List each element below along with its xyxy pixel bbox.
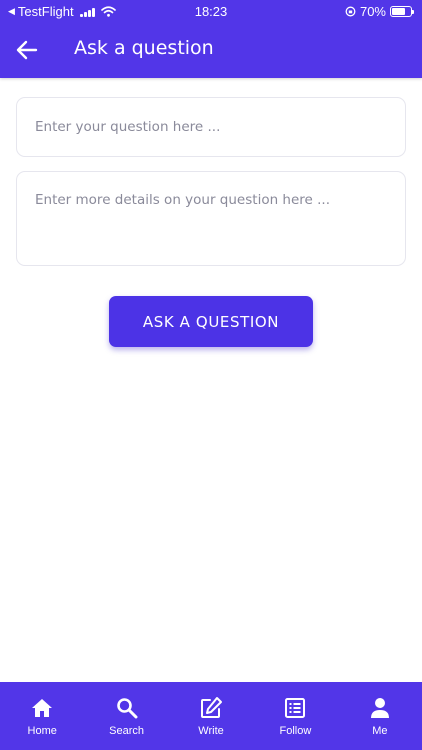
ask-question-button[interactable]: ASK A QUESTION [109, 296, 313, 347]
nav-label-follow: Follow [279, 725, 312, 737]
edit-icon [198, 695, 224, 721]
question-details-input[interactable] [16, 171, 406, 266]
battery-percent: 70% [359, 4, 386, 19]
nav-item-follow[interactable]: Follow [253, 682, 337, 750]
nav-item-write[interactable]: Write [169, 682, 253, 750]
app-bar: Ask a question [0, 24, 422, 76]
list-icon [282, 695, 308, 721]
nav-item-search[interactable]: Search [84, 682, 168, 750]
question-input[interactable] [16, 97, 406, 157]
person-icon [367, 695, 393, 721]
nav-label-write: Write [198, 725, 224, 737]
status-right: 70% [345, 4, 414, 19]
battery-cap [412, 10, 414, 14]
back-button[interactable] [12, 36, 42, 64]
top-bar: ◀ TestFlight 18:23 70% Ask a question [0, 0, 422, 78]
home-icon [29, 695, 55, 721]
search-icon [114, 695, 140, 721]
arrow-left-icon [16, 40, 38, 60]
status-bar: ◀ TestFlight 18:23 70% [0, 0, 422, 22]
nav-label-search: Search [109, 725, 145, 737]
nav-item-me[interactable]: Me [338, 682, 422, 750]
bottom-nav: Home Search Write Follow Me [0, 682, 422, 750]
battery-fill [392, 8, 405, 15]
nav-label-home: Home [27, 725, 57, 737]
page-title: Ask a question [74, 37, 214, 59]
nav-label-me: Me [372, 725, 388, 737]
orientation-lock-icon [345, 6, 356, 17]
battery-icon [390, 6, 414, 17]
nav-item-home[interactable]: Home [0, 682, 84, 750]
